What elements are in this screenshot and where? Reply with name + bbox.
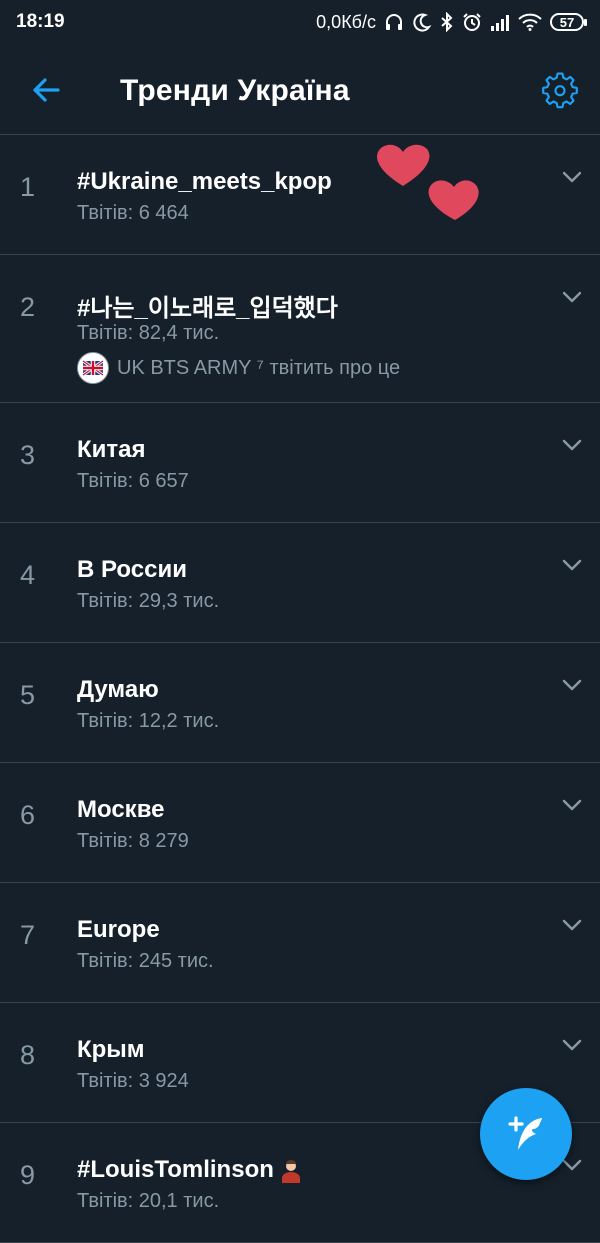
person-emoji-icon (281, 1159, 300, 1183)
compose-tweet-button[interactable] (480, 1088, 572, 1180)
trend-item[interactable]: 7 Europe Твітів: 245 тис. (0, 883, 600, 1003)
trend-rank: 4 (20, 560, 36, 590)
trend-item[interactable]: 2 #나는_이노래로_입덕했다 Твітів: 82,4 тис. UK BTS… (0, 255, 600, 403)
trend-name-text: #LouisTomlinson (77, 1156, 274, 1183)
trend-count: Твітів: 6 464 (77, 202, 189, 224)
trend-count: Твітів: 12,2 тис. (77, 710, 220, 732)
trend-item[interactable]: 1 #Ukraine_meets_kpop Твітів: 6 464 (0, 135, 600, 255)
trend-name: #나는_이노래로_입덕했다 (77, 295, 338, 322)
trend-rank: 8 (20, 1040, 36, 1070)
trend-rank: 5 (20, 680, 36, 710)
chevron-down-icon[interactable] (560, 913, 584, 937)
trend-count: Твітів: 82,4 тис. (77, 322, 220, 344)
trend-item[interactable]: 4 В России Твітів: 29,3 тис. (0, 523, 600, 643)
trend-name: Китая (77, 436, 146, 463)
avatar (77, 352, 109, 384)
chevron-down-icon[interactable] (560, 673, 584, 697)
trend-rank: 6 (20, 800, 36, 830)
trend-count: Твітів: 20,1 тис. (77, 1190, 220, 1212)
bluetooth-icon (440, 12, 454, 32)
heart-icon (428, 180, 479, 220)
heart-stickers (376, 144, 479, 220)
trend-context-text: UK BTS ARMY ⁷ твітить про це (117, 356, 401, 379)
trend-count: Твітів: 6 657 (77, 470, 189, 492)
trend-name: #LouisTomlinson (77, 1156, 302, 1184)
trend-rank: 3 (20, 440, 36, 470)
status-icons: 0,0Кб/с 57 (316, 11, 587, 33)
trend-count: Твітів: 3 924 (77, 1070, 189, 1092)
status-time: 18:19 (16, 11, 65, 32)
trend-item[interactable]: 6 Москве Твітів: 8 279 (0, 763, 600, 883)
compose-tweet-icon (508, 1116, 542, 1150)
back-arrow-icon (33, 78, 60, 102)
wifi-icon (518, 13, 542, 31)
alarm-icon (462, 12, 482, 32)
trend-rank: 9 (20, 1160, 36, 1190)
moon-icon (412, 12, 432, 32)
network-speed: 0,0Кб/с (316, 11, 376, 32)
chevron-down-icon[interactable] (560, 1033, 584, 1057)
trend-name: В России (77, 556, 187, 583)
battery-icon: 57 (550, 13, 587, 31)
trend-rank: 7 (20, 920, 36, 950)
signal-icon (490, 13, 510, 31)
app-header: Тренди Україна (0, 44, 600, 135)
settings-button[interactable] (540, 70, 580, 110)
trend-rank: 2 (20, 292, 36, 322)
chevron-down-icon[interactable] (560, 793, 584, 817)
back-button[interactable] (28, 72, 64, 108)
trend-context: UK BTS ARMY ⁷ твітить про це (77, 352, 400, 384)
trend-name: Москве (77, 796, 165, 823)
trend-name: Крым (77, 1036, 145, 1063)
chevron-down-icon[interactable] (560, 553, 584, 577)
trend-count: Твітів: 29,3 тис. (77, 590, 220, 612)
heart-icon (376, 144, 430, 186)
trend-name: Europe (77, 916, 160, 943)
trend-count: Твітів: 8 279 (77, 830, 189, 852)
trend-name: #Ukraine_meets_kpop (77, 168, 332, 195)
trend-list: 1 #Ukraine_meets_kpop Твітів: 6 464 2 #나… (0, 135, 600, 1243)
trend-count: Твітів: 245 тис. (77, 950, 214, 972)
gear-icon (542, 72, 578, 109)
trend-name: Думаю (77, 676, 159, 703)
chevron-down-icon[interactable] (560, 285, 584, 309)
status-bar: 18:19 0,0Кб/с 57 (0, 0, 600, 44)
page-title: Тренди Україна (120, 74, 350, 107)
chevron-down-icon[interactable] (560, 165, 584, 189)
trend-item[interactable]: 5 Думаю Твітів: 12,2 тис. (0, 643, 600, 763)
headphones-icon (384, 12, 404, 32)
chevron-down-icon[interactable] (560, 433, 584, 457)
union-flag-icon (82, 359, 104, 377)
trend-item[interactable]: 3 Китая Твітів: 6 657 (0, 403, 600, 523)
trend-rank: 1 (20, 172, 36, 202)
